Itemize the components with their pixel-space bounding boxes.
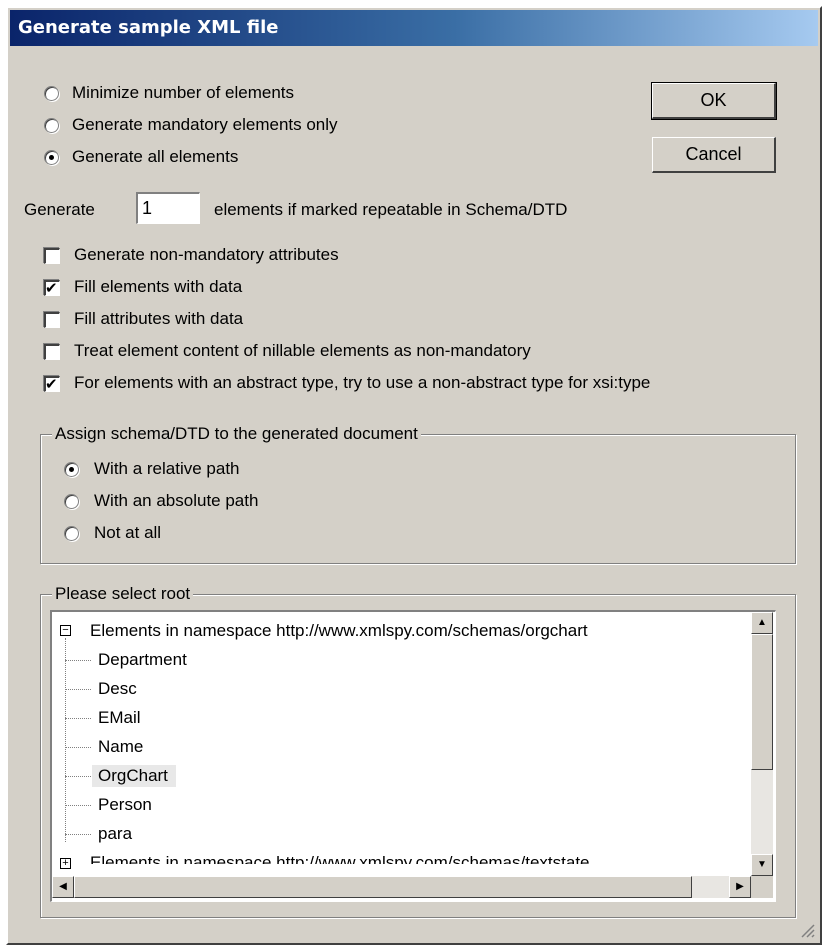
radio-dot: [49, 155, 54, 160]
radio-label-all: Generate all elements: [72, 147, 239, 166]
tree-item-name[interactable]: Name: [98, 736, 143, 758]
select-root-legend: Please select root: [52, 584, 194, 604]
radio-label-mandatory: Generate mandatory elements only: [72, 115, 338, 134]
checkbox-fill-attributes[interactable]: [44, 312, 60, 328]
tree-connector: [65, 776, 91, 777]
checkbox-label-abstract-type: For elements with an abstract type, try …: [74, 373, 651, 392]
radio-generate-all[interactable]: [44, 150, 59, 165]
radio-mandatory-only[interactable]: [44, 118, 59, 133]
tree-connector: [65, 660, 91, 661]
radio-absolute-path[interactable]: [64, 494, 79, 509]
repeat-count-input[interactable]: 1: [136, 192, 200, 224]
radio-minimize-elements[interactable]: [44, 86, 59, 101]
arrow-right-icon[interactable]: ▶: [729, 876, 751, 898]
tree-item-department[interactable]: Department: [98, 649, 187, 671]
ok-button[interactable]: OK: [651, 82, 777, 120]
radio-label-relative-path: With a relative path: [94, 459, 240, 478]
radio-not-at-all[interactable]: [64, 526, 79, 541]
tree-connector: [65, 834, 91, 835]
root-tree-view[interactable]: − Elements in namespace http://www.xmlsp…: [50, 610, 776, 902]
resize-grip-svg: [801, 924, 815, 938]
checkbox-nillable-non-mandatory[interactable]: [44, 344, 60, 360]
horizontal-scrollbar[interactable]: ◀ ▶: [52, 876, 751, 898]
tree-item-orgchart-selected[interactable]: OrgChart: [92, 765, 176, 787]
repeat-prefix-label: Generate: [24, 200, 95, 219]
vertical-scrollbar[interactable]: ▲ ▼: [751, 612, 773, 876]
cancel-button[interactable]: Cancel: [652, 137, 776, 173]
radio-label-minimize: Minimize number of elements: [72, 83, 295, 102]
radio-label-absolute-path: With an absolute path: [94, 491, 259, 510]
resize-grip-icon[interactable]: [798, 921, 816, 939]
checkbox-label-fill-elements: Fill elements with data: [74, 277, 243, 296]
tree-connector: [65, 747, 91, 748]
radio-dot: [69, 467, 74, 472]
radio-relative-path[interactable]: [64, 462, 79, 477]
repeat-suffix-label: elements if marked repeatable in Schema/…: [214, 200, 568, 219]
window-title: Generate sample XML file: [18, 17, 279, 38]
checkbox-non-mandatory-attributes[interactable]: [44, 248, 60, 264]
checkbox-label-fill-attributes: Fill attributes with data: [74, 309, 244, 328]
tree-namespace-orgchart[interactable]: Elements in namespace http://www.xmlspy.…: [90, 620, 588, 642]
tree-item-email[interactable]: EMail: [98, 707, 141, 729]
assign-schema-legend: Assign schema/DTD to the generated docum…: [52, 424, 421, 444]
arrow-down-icon[interactable]: ▼: [751, 854, 773, 876]
checkbox-abstract-type[interactable]: ✔: [44, 375, 60, 393]
checkmark-icon: ✔: [45, 375, 58, 393]
tree-connector: [65, 805, 91, 806]
tree-namespace-textstate[interactable]: Elements in namespace http://www.xmlspy.…: [90, 852, 590, 864]
checkbox-label-nillable: Treat element content of nillable elemen…: [74, 341, 531, 360]
arrow-left-icon[interactable]: ◀: [52, 876, 74, 898]
scrollbar-corner: [751, 876, 773, 898]
checkbox-fill-elements[interactable]: ✔: [44, 279, 60, 297]
tree-item-para[interactable]: para: [98, 823, 132, 845]
plus-expander-icon[interactable]: +: [60, 858, 71, 869]
arrow-up-icon[interactable]: ▲: [751, 612, 773, 634]
horizontal-scroll-thumb[interactable]: [74, 876, 692, 898]
tree-item-desc[interactable]: Desc: [98, 678, 137, 700]
tree-connector: [65, 689, 91, 690]
radio-label-not-at-all: Not at all: [94, 523, 162, 542]
tree-item-person[interactable]: Person: [98, 794, 152, 816]
tree-connector: [65, 638, 66, 842]
vertical-scroll-thumb[interactable]: [751, 634, 773, 770]
tree-connector: [65, 718, 91, 719]
checkmark-icon: ✔: [45, 279, 58, 297]
title-bar: Generate sample XML file: [10, 10, 818, 46]
checkbox-label-non-mandatory-attributes: Generate non-mandatory attributes: [74, 245, 339, 264]
minus-expander-icon[interactable]: −: [60, 625, 71, 636]
